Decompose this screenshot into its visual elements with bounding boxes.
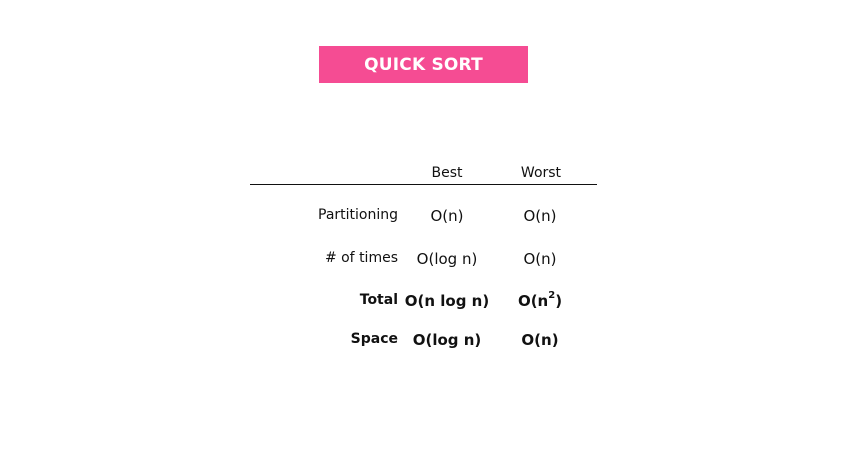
cell-worst-base: O(n xyxy=(517,292,549,310)
column-header-worst: Worst xyxy=(520,165,562,181)
table-row-total: Total O(n log n) O(n2) xyxy=(250,291,597,316)
cell-best: O(n log n) xyxy=(404,292,490,310)
cell-worst: O(n2) xyxy=(490,291,590,311)
cell-best: O(log n) xyxy=(412,331,482,349)
title-text: QUICK SORT xyxy=(364,54,483,75)
cell-best: O(log n) xyxy=(416,250,478,268)
cell-best: O(n) xyxy=(430,207,464,225)
cell-worst: O(n) xyxy=(523,207,557,225)
column-header-best: Best xyxy=(431,165,463,181)
table-row-number-of-times: # of times O(log n) O(n) xyxy=(250,250,597,274)
row-label: # of times xyxy=(324,250,398,266)
row-label: Partitioning xyxy=(318,207,398,223)
header-divider xyxy=(250,184,597,185)
table-row-partitioning: Partitioning O(n) O(n) xyxy=(250,207,597,231)
row-label: Space xyxy=(350,331,398,347)
cell-worst: O(n) xyxy=(523,250,557,268)
cell-worst-close: ) xyxy=(555,292,563,310)
cell-worst: O(n) xyxy=(521,331,559,349)
table-row-space: Space O(log n) O(n) xyxy=(250,331,597,355)
title-banner: QUICK SORT xyxy=(319,46,528,83)
row-label: Total xyxy=(359,292,398,308)
